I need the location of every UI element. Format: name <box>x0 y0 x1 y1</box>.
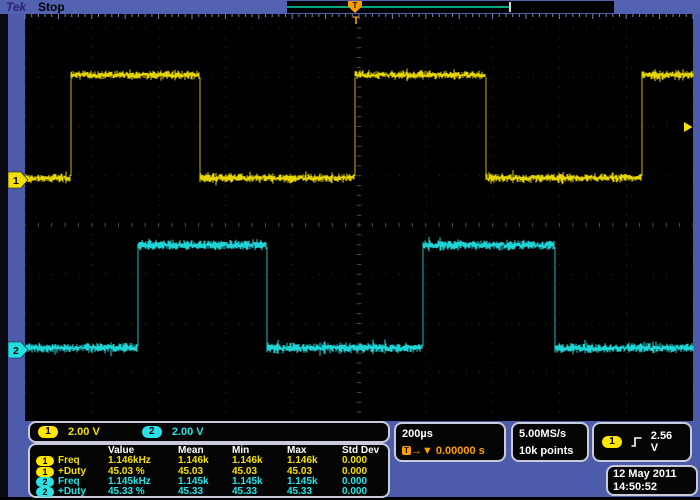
graticule-background <box>25 28 693 422</box>
trigger-time-readout: 0.00000 s <box>436 445 485 457</box>
trigger-position-t-icon: T <box>350 15 362 28</box>
horizontal-settings-box: 200µs T→▼ 0.00000 s <box>394 422 506 462</box>
arrow-right-icon: → <box>411 445 422 457</box>
record-view-waveform-line <box>287 6 511 8</box>
left-dark-margin <box>0 14 8 500</box>
ch1-badge: 1 <box>36 467 54 477</box>
measurement-min: 45.33 <box>232 487 287 497</box>
ch1-vertical-scale: 2.00 V <box>68 426 100 438</box>
measurement-max: 45.33 <box>287 487 342 497</box>
ch2-badge: 2 <box>36 487 54 497</box>
record-view-bar: T <box>287 1 614 13</box>
right-blue-strip <box>693 14 700 421</box>
trigger-flag-icon: T <box>402 446 411 455</box>
trigger-source-badge: 1 <box>602 436 622 448</box>
ch2-vertical-scale: 2.00 V <box>172 426 204 438</box>
trigger-position-arrow-icon: T <box>348 1 362 13</box>
left-blue-strip <box>8 14 25 421</box>
trigger-info-box: 1 2.56 V <box>592 422 692 462</box>
measurement-row: 2Freq 1.145kHz 1.145k 1.145k 1.145k 0.00… <box>34 477 384 487</box>
measurement-row: 1+Duty 45.03 % 45.03 45.03 45.03 0.000 <box>34 467 384 477</box>
measurements-header-row: Value Mean Min Max Std Dev <box>34 446 384 456</box>
record-length: 10k points <box>519 443 581 460</box>
measurement-name: +Duty <box>58 487 86 497</box>
measurements-table: Value Mean Min Max Std Dev 1Freq 1.146kH… <box>28 443 390 498</box>
trigger-level: 2.56 V <box>651 430 682 454</box>
acquisition-status-label: Stop <box>38 0 65 14</box>
measurement-row: 2 +Duty 45.33 % 45.33 45.33 45.33 0.000 <box>34 487 384 497</box>
acquisition-info-box: 5.00MS/s 10k points <box>511 422 589 462</box>
oscilloscope-screen: Tek Stop T T 12 1 2.00 V 2 2.00 V Value … <box>0 0 700 500</box>
horizontal-scale: 200µs <box>402 426 498 443</box>
ch2-badge: 2 <box>36 477 54 487</box>
time-label: 14:50:52 <box>613 481 696 494</box>
date-label: 12 May 2011 <box>613 468 696 481</box>
triangle-down-icon: ▼ <box>422 445 433 457</box>
rising-edge-icon <box>630 436 643 448</box>
sample-rate: 5.00MS/s <box>519 426 581 443</box>
record-view-window-bracket <box>509 2 511 12</box>
measurement-row: 1Freq 1.146kHz 1.146k 1.146k 1.146k 0.00… <box>34 456 384 466</box>
status-bar: Tek Stop T <box>0 0 700 14</box>
measurement-stddev: 0.000 <box>342 487 387 497</box>
datetime-box: 12 May 2011 14:50:52 <box>606 465 698 496</box>
ch1-badge: 1 <box>36 456 54 466</box>
ch1-badge: 1 <box>38 426 58 438</box>
measurement-mean: 45.33 <box>178 487 232 497</box>
ch2-badge: 2 <box>142 426 162 438</box>
tek-logo: Tek <box>6 0 26 14</box>
channel-scale-bar: 1 2.00 V 2 2.00 V <box>28 421 390 443</box>
measurement-value: 45.33 % <box>108 487 178 497</box>
